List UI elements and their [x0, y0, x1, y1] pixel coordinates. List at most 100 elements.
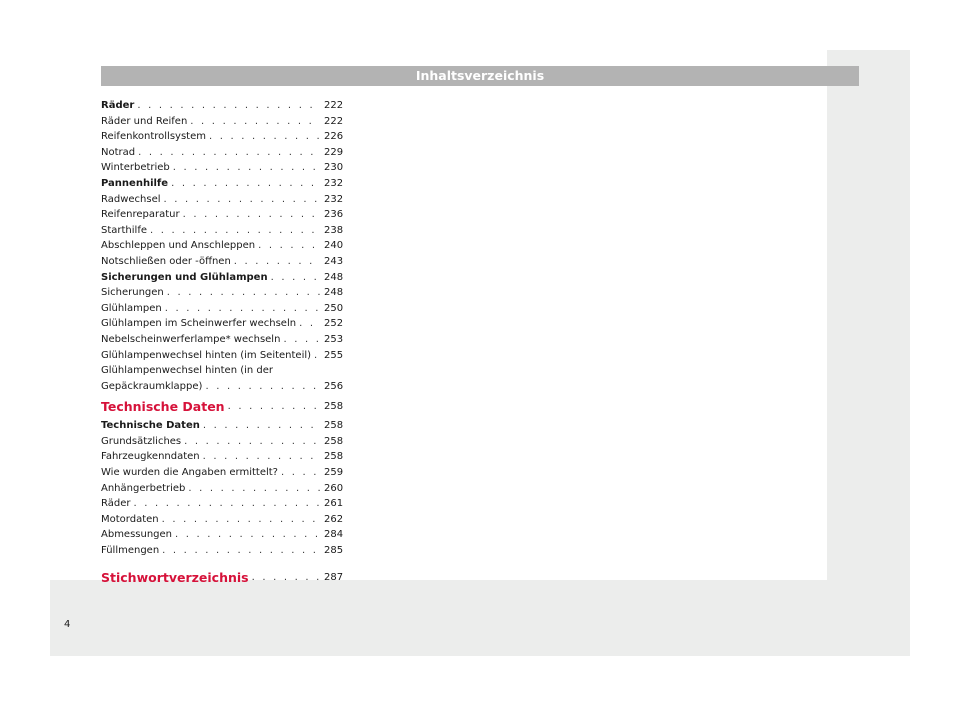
toc-entry-page: 222 [324, 100, 344, 111]
dot-leader: . . . . . . . . . . . . . . . . . . . . … [162, 545, 320, 557]
toc-entry[interactable]: Räder . . . . . . . . . . . . . . . . . … [101, 98, 344, 114]
dot-leader: . . . . . . . . . . . . . . . . . . . . … [299, 318, 320, 330]
toc-entry-page: 256 [324, 380, 344, 392]
toc-entry-title: Motordaten [101, 513, 159, 525]
dot-leader: . . . . . . . . . . . . . . . . . . . . … [137, 100, 320, 111]
toc-entry-title: Glühlampen im Scheinwerfer wechseln [101, 318, 297, 330]
dot-leader: . . . . . . . . . . . . . . . . . . . . … [171, 177, 320, 189]
toc-entry-page: 262 [324, 513, 344, 525]
table-of-contents: Räder . . . . . . . . . . . . . . . . . … [101, 98, 344, 589]
toc-entry[interactable]: Räder und Reifen . . . . . . . . . . . .… [101, 114, 344, 130]
dot-leader: . . . . . . . . . . . . . . . . . . . . … [166, 287, 320, 299]
toc-entry-page: 248 [324, 287, 344, 299]
toc-entry-title: Reifenreparatur [101, 209, 180, 221]
dot-leader: . . . . . . . . . . . . . . . . . . . . … [270, 271, 320, 283]
toc-entry[interactable]: Reifenkontrollsystem . . . . . . . . . .… [101, 129, 344, 145]
toc-entry-page: 248 [324, 271, 344, 283]
dot-leader: . . . . . . . . . . . . . . . . . . . . … [258, 240, 320, 252]
toc-entry-title: Abschleppen und Anschleppen [101, 240, 256, 252]
toc-entry-title: Winterbetrieb [101, 162, 170, 174]
toc-entry[interactable]: Grundsätzliches . . . . . . . . . . . . … [101, 434, 343, 450]
toc-entry-page: 232 [324, 193, 344, 205]
toc-entry[interactable]: Abschleppen und Anschleppen . . . . . . … [101, 238, 344, 254]
toc-entry[interactable]: Sicherungen und Glühlampen . . . . . . .… [101, 270, 344, 286]
toc-entry-page: 259 [324, 467, 344, 479]
toc-entry[interactable]: Stichwortverzeichnis . . . . . . . . . .… [101, 567, 344, 589]
dot-leader: . . . . . . . . . . . . . . . . . . . . … [205, 380, 320, 392]
toc-entry-page: 230 [324, 162, 344, 174]
dot-leader: . . . . . . . . . . . . . . . . . . . . … [202, 451, 320, 463]
toc-entry[interactable]: Füllmengen . . . . . . . . . . . . . . .… [101, 543, 344, 559]
toc-entry[interactable]: Reifenreparatur . . . . . . . . . . . . … [101, 207, 343, 223]
toc-entry-page: 284 [324, 529, 344, 541]
dot-leader: . . . . . . . . . . . . . . . . . . . . … [208, 131, 320, 143]
toc-entry-page: 238 [324, 224, 344, 236]
toc-entry[interactable]: Abmessungen . . . . . . . . . . . . . . … [101, 527, 344, 543]
toc-entry[interactable]: Fahrzeugkenndaten . . . . . . . . . . . … [101, 449, 343, 465]
toc-entry-page: 252 [324, 318, 344, 330]
toc-entry-page: 243 [324, 255, 344, 267]
toc-entry-page: 260 [324, 482, 344, 494]
toc-entry-title: Glühlampenwechsel hinten (in der [101, 365, 274, 377]
toc-entry-title: Notschließen oder -öffnen [101, 255, 231, 267]
toc-entry[interactable]: Technische Daten . . . . . . . . . . . .… [101, 418, 344, 434]
toc-entry-title: Reifenkontrollsystem [101, 131, 206, 143]
toc-entry-page: 287 [324, 571, 344, 583]
toc-entry[interactable]: Wie wurden die Angaben ermittelt? . . . … [101, 465, 344, 481]
toc-entry-page: 250 [324, 302, 344, 314]
toc-entry[interactable]: Notschließen oder -öffnen . . . . . . . … [101, 254, 344, 270]
dot-leader: . . . . . . . . . . . . . . . . . . . . … [190, 115, 320, 127]
toc-entry-page: 226 [324, 131, 344, 143]
toc-entry[interactable]: Motordaten . . . . . . . . . . . . . . .… [101, 512, 344, 528]
toc-entry-page: 255 [324, 349, 344, 361]
toc-entry[interactable]: Glühlampen im Scheinwerfer wechseln . . … [101, 316, 344, 332]
dot-leader: . . . . . . . . . . . . . . . . . . . . … [251, 571, 320, 583]
toc-entry[interactable]: Anhängerbetrieb . . . . . . . . . . . . … [101, 481, 344, 497]
toc-entry[interactable]: Glühlampenwechsel hinten (im Seitenteil)… [101, 348, 344, 364]
toc-entry-title: Nebelscheinwerferlampe* wechseln [101, 333, 281, 345]
toc-entry[interactable]: Notrad . . . . . . . . . . . . . . . . .… [101, 145, 344, 161]
toc-entry-title: Pannenhilfe [101, 177, 169, 189]
dot-leader: . . . . . . . . . . . . . . . . . . . . … [233, 255, 320, 267]
dot-leader: . . . . . . . . . . . . . . . . . . . . … [202, 420, 320, 432]
toc-entry-title: Notrad [101, 146, 136, 158]
dot-leader: . . . . . . . . . . . . . . . . . . . . … [227, 401, 320, 413]
toc-entry-page: 240 [324, 240, 344, 252]
toc-entry-title: Stichwortverzeichnis [101, 569, 249, 585]
toc-entry[interactable]: Winterbetrieb . . . . . . . . . . . . . … [101, 160, 344, 176]
dot-leader: . . . . . . . . . . . . . . . . . . . . … [280, 467, 320, 479]
dot-leader: . . . . . . . . . . . . . . . . . . . . … [184, 435, 320, 447]
toc-entry[interactable]: Glühlampen . . . . . . . . . . . . . . .… [101, 301, 344, 317]
toc-entry-title: Wie wurden die Angaben ermittelt? [101, 467, 278, 479]
toc-entry-title: Glühlampen [101, 302, 162, 314]
toc-entry[interactable]: Glühlampenwechsel hinten (in der [101, 363, 342, 379]
dot-leader: . . . . . . . . . . . . . . . . . . . . … [161, 513, 320, 525]
toc-entry[interactable]: Radwechsel . . . . . . . . . . . . . . .… [101, 192, 344, 208]
toc-entry-page: 229 [324, 146, 344, 158]
toc-entry-page: 258 [324, 420, 344, 432]
toc-entry[interactable]: Pannenhilfe . . . . . . . . . . . . . . … [101, 176, 344, 192]
toc-entry-page: 222 [324, 115, 344, 127]
toc-entry[interactable]: Technische Daten . . . . . . . . . . . .… [101, 396, 343, 418]
toc-entry[interactable]: Nebelscheinwerferlampe* wechseln . . . .… [101, 332, 343, 348]
toc-entry-title: Starthilfe [101, 224, 147, 236]
dot-leader: . . . . . . . . . . . . . . . . . . . . … [138, 146, 320, 158]
toc-entry[interactable]: Räder . . . . . . . . . . . . . . . . . … [101, 496, 343, 512]
dot-leader: . . . . . . . . . . . . . . . . . . . . … [314, 349, 320, 361]
dot-leader: . . . . . . . . . . . . . . . . . . . . … [172, 162, 320, 174]
toc-entry[interactable]: Starthilfe . . . . . . . . . . . . . . .… [101, 223, 344, 239]
toc-entry-title: Füllmengen [101, 545, 160, 557]
toc-entry[interactable]: Sicherungen . . . . . . . . . . . . . . … [101, 285, 344, 301]
toc-entry-title: Abmessungen [101, 529, 173, 541]
dot-leader: . . . . . . . . . . . . . . . . . . . . … [150, 224, 320, 236]
toc-entry[interactable]: Gepäckraumklappe) . . . . . . . . . . . … [101, 379, 344, 395]
toc-entry-title: Räder [101, 100, 135, 111]
dot-leader: . . . . . . . . . . . . . . . . . . . . … [133, 498, 320, 510]
section-header: Inhaltsverzeichnis [101, 66, 859, 86]
toc-entry-page: 285 [324, 545, 344, 557]
toc-entry-title: Räder und Reifen [101, 115, 188, 127]
toc-entry-page: 232 [324, 177, 344, 189]
toc-entry-title: Sicherungen [101, 287, 164, 299]
toc-entry-title: Gepäckraumklappe) [101, 380, 203, 392]
toc-entry-title: Sicherungen und Glühlampen [101, 271, 268, 283]
